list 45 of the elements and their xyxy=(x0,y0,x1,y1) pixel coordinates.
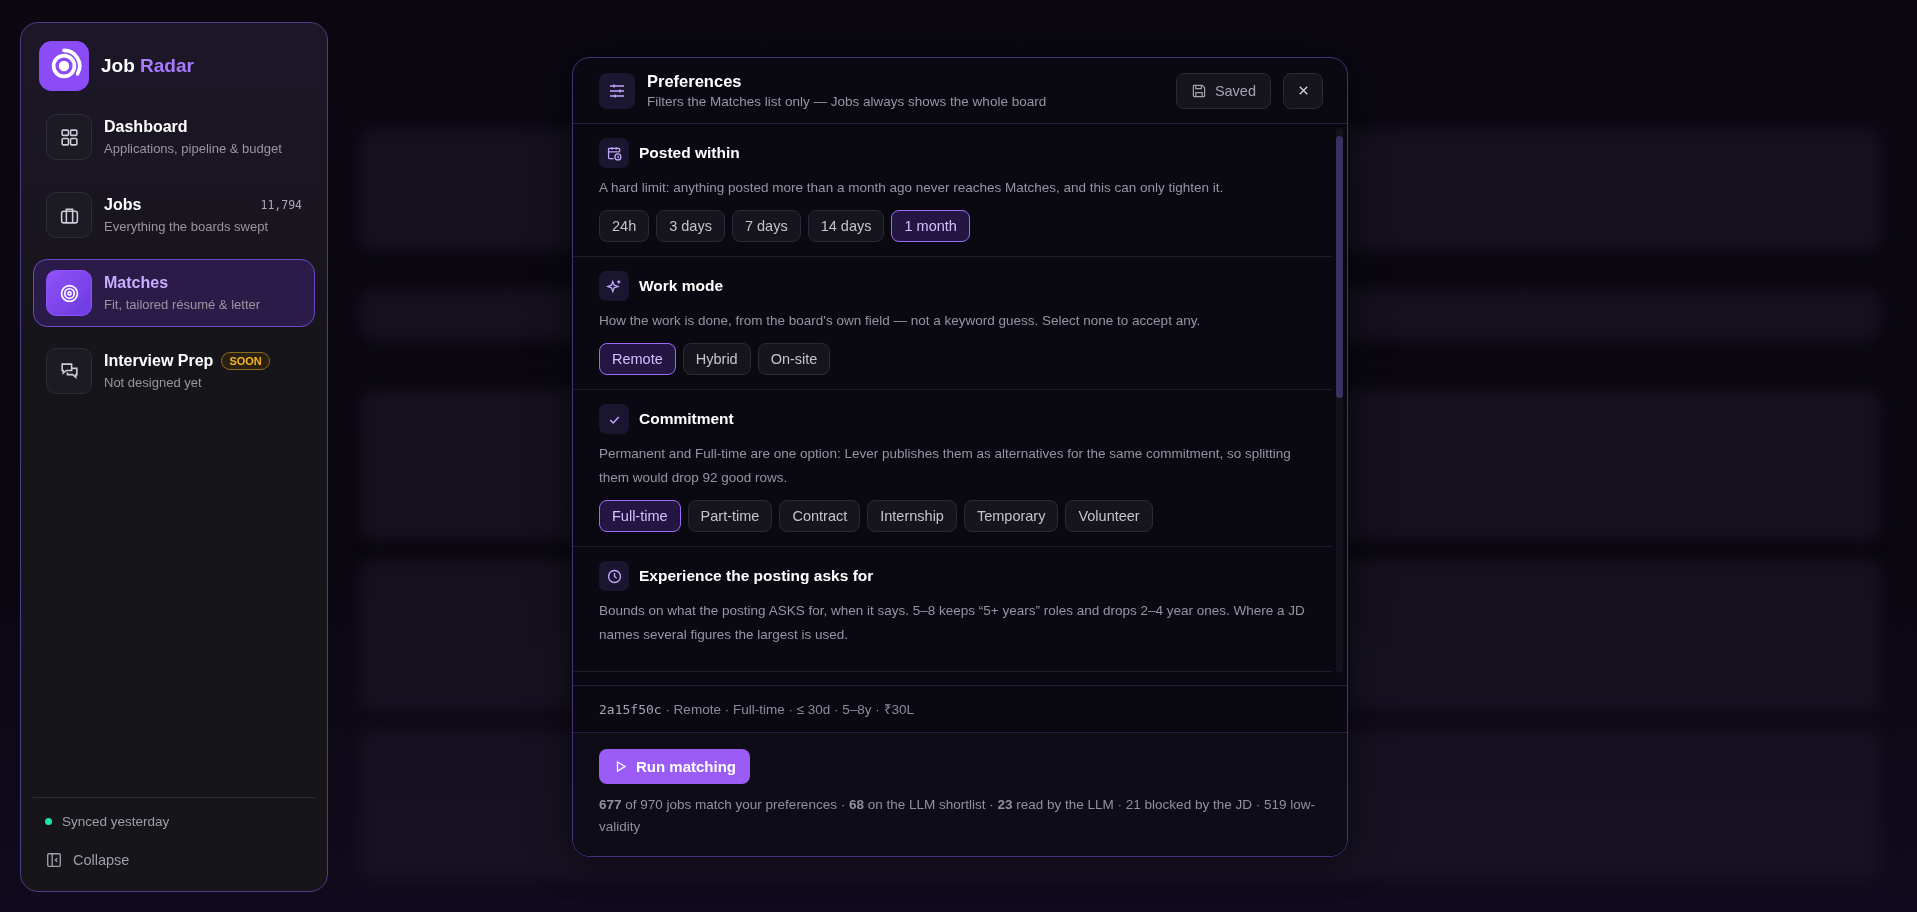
option-chip[interactable]: On-site xyxy=(757,343,831,375)
option-chip[interactable]: 1 month xyxy=(891,210,970,242)
section-description: Permanent and Full-time are one option: Lever publishes them as alternatives for the same commitment, so splitting them would drop 92 good rows. xyxy=(599,445,1292,487)
section-title: Posted within xyxy=(639,144,740,162)
section-description: Bounds on what the posting ASKS for, when it says. 5–8 keeps “5+ years” roles and drops 2–4 year ones. Where a JD names several figures the largest is used. xyxy=(599,602,1306,644)
save-icon xyxy=(1190,82,1207,99)
sync-status: Synced yesterday xyxy=(62,814,170,829)
grid-icon xyxy=(58,126,80,148)
option-chip[interactable]: Hybrid xyxy=(682,343,751,375)
option-chip[interactable]: 24h xyxy=(599,210,650,242)
match-stats: 677 of 970 jobs match your preferences · 68 on the LLM shortlist · 23 read by the LLM · 21 blocked by the JD · 519 low-validity xyxy=(599,796,1316,836)
section-description: A hard limit: anything posted more than a month ago never reaches Matches, and this can only tighten it. xyxy=(599,179,1225,197)
nav-item[interactable]: Matches Fit, tailored résumé & letter xyxy=(33,259,315,327)
section-title: Work mode xyxy=(639,277,724,295)
option-chip[interactable]: Part-time xyxy=(687,500,773,532)
calendar-clock-icon xyxy=(605,144,623,162)
app-name: Job Radar xyxy=(101,55,194,77)
saved-button[interactable]: Saved xyxy=(1175,72,1271,109)
close-button[interactable] xyxy=(1283,72,1323,109)
option-chip[interactable]: Remote xyxy=(599,343,676,375)
target-icon xyxy=(58,282,80,304)
section-description: How the work is done, from the board's own field — not a keyword guess. Select none to accept any. xyxy=(599,312,1202,330)
run-matching-button[interactable]: Run matching xyxy=(599,749,750,784)
dialog-title: Preferences xyxy=(647,72,743,91)
section-title: Commitment xyxy=(639,410,734,428)
chat-bubbles-icon xyxy=(58,360,80,382)
section-title: Experience the posting asks for xyxy=(639,567,874,585)
option-chip[interactable]: 7 days xyxy=(731,210,801,242)
option-chip[interactable]: Full-time xyxy=(599,500,681,532)
option-chip[interactable]: Contract xyxy=(779,500,861,532)
nav-item[interactable]: Jobs 11,794 Everything the boards swept xyxy=(33,181,315,249)
dialog-subtitle: Filters the Matches list only — Jobs always shows the whole board xyxy=(647,94,1048,109)
radar-logo-icon xyxy=(39,41,89,91)
option-chip[interactable]: Temporary xyxy=(963,500,1059,532)
collapse-sidebar-icon xyxy=(45,851,63,869)
clock-icon xyxy=(605,567,623,585)
collapse-button[interactable]: Collapse xyxy=(45,851,303,877)
nav-item[interactable]: Interview Prep SOON Not designed yet xyxy=(33,337,315,405)
option-chip[interactable]: Internship xyxy=(867,500,957,532)
nav-item[interactable]: Dashboard Applications, pipeline & budget xyxy=(33,103,315,171)
scrollbar[interactable] xyxy=(1336,128,1343,673)
option-chip[interactable]: Volunteer xyxy=(1065,500,1153,532)
option-chip[interactable]: 3 days xyxy=(656,210,725,242)
option-chip[interactable]: 14 days xyxy=(807,210,885,242)
sparkle-icon xyxy=(605,277,623,295)
